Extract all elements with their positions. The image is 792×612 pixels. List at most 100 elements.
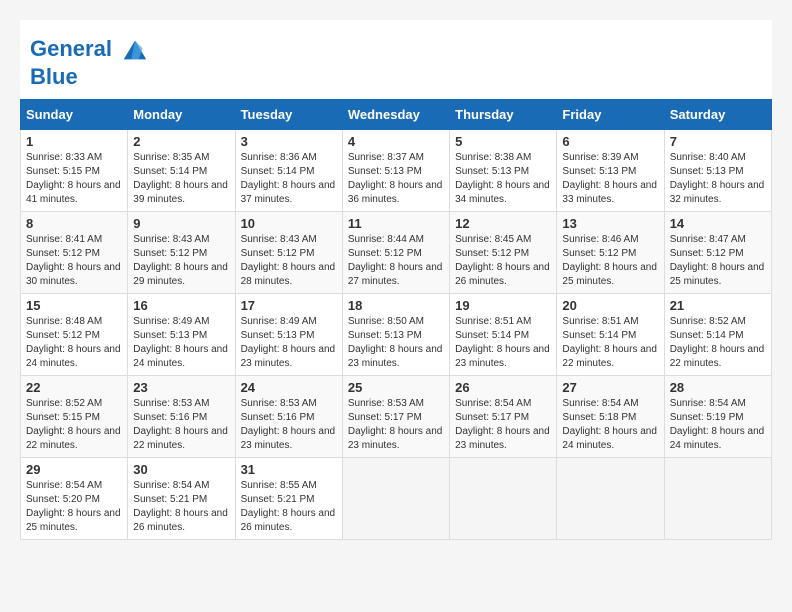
weekday-monday: Monday bbox=[128, 100, 235, 130]
weekday-saturday: Saturday bbox=[664, 100, 771, 130]
day-number: 30 bbox=[133, 462, 229, 477]
day-cell: 9 Sunrise: 8:43 AMSunset: 5:12 PMDaylight… bbox=[128, 212, 235, 294]
day-number: 29 bbox=[26, 462, 122, 477]
day-cell: 5 Sunrise: 8:38 AMSunset: 5:13 PMDaylight… bbox=[450, 130, 557, 212]
weekday-wednesday: Wednesday bbox=[342, 100, 449, 130]
weekday-thursday: Thursday bbox=[450, 100, 557, 130]
day-info: Sunrise: 8:35 AMSunset: 5:14 PMDaylight:… bbox=[133, 151, 229, 207]
day-number: 28 bbox=[670, 380, 766, 395]
day-info: Sunrise: 8:40 AMSunset: 5:13 PMDaylight:… bbox=[670, 151, 766, 207]
day-info: Sunrise: 8:44 AMSunset: 5:12 PMDaylight:… bbox=[348, 233, 444, 289]
day-cell bbox=[342, 458, 449, 540]
day-number: 20 bbox=[562, 298, 658, 313]
day-info: Sunrise: 8:43 AMSunset: 5:12 PMDaylight:… bbox=[133, 233, 229, 289]
day-number: 17 bbox=[241, 298, 337, 313]
calendar-container: General Blue SundayMondayTuesdayWednesda… bbox=[20, 20, 772, 540]
logo-text: General bbox=[30, 35, 150, 65]
day-number: 9 bbox=[133, 216, 229, 231]
week-row-2: 8 Sunrise: 8:41 AMSunset: 5:12 PMDaylight… bbox=[21, 212, 772, 294]
logo: General Blue bbox=[30, 35, 150, 89]
week-row-4: 22 Sunrise: 8:52 AMSunset: 5:15 PMDayligh… bbox=[21, 376, 772, 458]
day-info: Sunrise: 8:48 AMSunset: 5:12 PMDaylight:… bbox=[26, 315, 122, 371]
day-number: 21 bbox=[670, 298, 766, 313]
day-cell: 27 Sunrise: 8:54 AMSunset: 5:18 PMDayligh… bbox=[557, 376, 664, 458]
day-number: 4 bbox=[348, 134, 444, 149]
day-info: Sunrise: 8:54 AMSunset: 5:18 PMDaylight:… bbox=[562, 397, 658, 453]
weekday-friday: Friday bbox=[557, 100, 664, 130]
header: General Blue bbox=[20, 20, 772, 99]
day-number: 26 bbox=[455, 380, 551, 395]
day-cell: 22 Sunrise: 8:52 AMSunset: 5:15 PMDayligh… bbox=[21, 376, 128, 458]
day-info: Sunrise: 8:53 AMSunset: 5:16 PMDaylight:… bbox=[241, 397, 337, 453]
day-cell: 31 Sunrise: 8:55 AMSunset: 5:21 PMDayligh… bbox=[235, 458, 342, 540]
day-cell: 8 Sunrise: 8:41 AMSunset: 5:12 PMDaylight… bbox=[21, 212, 128, 294]
day-info: Sunrise: 8:36 AMSunset: 5:14 PMDaylight:… bbox=[241, 151, 337, 207]
day-number: 19 bbox=[455, 298, 551, 313]
day-cell: 10Sunrise: 8:43 AMSunset: 5:12 PMDayligh… bbox=[235, 212, 342, 294]
day-cell: 13Sunrise: 8:46 AMSunset: 5:12 PMDayligh… bbox=[557, 212, 664, 294]
day-info: Sunrise: 8:53 AMSunset: 5:17 PMDaylight:… bbox=[348, 397, 444, 453]
day-info: Sunrise: 8:41 AMSunset: 5:12 PMDaylight:… bbox=[26, 233, 122, 289]
day-cell: 29Sunrise: 8:54 AMSunset: 5:20 PMDayligh… bbox=[21, 458, 128, 540]
day-info: Sunrise: 8:33 AMSunset: 5:15 PMDaylight:… bbox=[26, 151, 122, 207]
day-info: Sunrise: 8:37 AMSunset: 5:13 PMDaylight:… bbox=[348, 151, 444, 207]
day-number: 6 bbox=[562, 134, 658, 149]
day-cell: 28 Sunrise: 8:54 AMSunset: 5:19 PMDayligh… bbox=[664, 376, 771, 458]
day-cell: 30 Sunrise: 8:54 AMSunset: 5:21 PMDayligh… bbox=[128, 458, 235, 540]
day-number: 14 bbox=[670, 216, 766, 231]
day-cell: 7Sunrise: 8:40 AMSunset: 5:13 PMDaylight… bbox=[664, 130, 771, 212]
day-info: Sunrise: 8:45 AMSunset: 5:12 PMDaylight:… bbox=[455, 233, 551, 289]
day-info: Sunrise: 8:54 AMSunset: 5:21 PMDaylight:… bbox=[133, 479, 229, 535]
day-cell: 19 Sunrise: 8:51 AMSunset: 5:14 PMDayligh… bbox=[450, 294, 557, 376]
weekday-header-row: SundayMondayTuesdayWednesdayThursdayFrid… bbox=[21, 100, 772, 130]
day-info: Sunrise: 8:51 AMSunset: 5:14 PMDaylight:… bbox=[455, 315, 551, 371]
day-info: Sunrise: 8:55 AMSunset: 5:21 PMDaylight:… bbox=[241, 479, 337, 535]
day-cell: 20 Sunrise: 8:51 AMSunset: 5:14 PMDayligh… bbox=[557, 294, 664, 376]
day-cell: 17 Sunrise: 8:49 AMSunset: 5:13 PMDayligh… bbox=[235, 294, 342, 376]
calendar-table: SundayMondayTuesdayWednesdayThursdayFrid… bbox=[20, 99, 772, 540]
day-number: 8 bbox=[26, 216, 122, 231]
day-info: Sunrise: 8:38 AMSunset: 5:13 PMDaylight:… bbox=[455, 151, 551, 207]
day-cell bbox=[557, 458, 664, 540]
day-number: 25 bbox=[348, 380, 444, 395]
day-number: 24 bbox=[241, 380, 337, 395]
day-info: Sunrise: 8:52 AMSunset: 5:14 PMDaylight:… bbox=[670, 315, 766, 371]
day-cell: 24 Sunrise: 8:53 AMSunset: 5:16 PMDayligh… bbox=[235, 376, 342, 458]
day-info: Sunrise: 8:43 AMSunset: 5:12 PMDaylight:… bbox=[241, 233, 337, 289]
day-cell: 11 Sunrise: 8:44 AMSunset: 5:12 PMDayligh… bbox=[342, 212, 449, 294]
day-cell: 3Sunrise: 8:36 AMSunset: 5:14 PMDaylight… bbox=[235, 130, 342, 212]
day-info: Sunrise: 8:49 AMSunset: 5:13 PMDaylight:… bbox=[241, 315, 337, 371]
logo-blue: Blue bbox=[30, 65, 150, 89]
day-info: Sunrise: 8:51 AMSunset: 5:14 PMDaylight:… bbox=[562, 315, 658, 371]
day-info: Sunrise: 8:54 AMSunset: 5:17 PMDaylight:… bbox=[455, 397, 551, 453]
day-cell: 26 Sunrise: 8:54 AMSunset: 5:17 PMDayligh… bbox=[450, 376, 557, 458]
weekday-tuesday: Tuesday bbox=[235, 100, 342, 130]
week-row-3: 15Sunrise: 8:48 AMSunset: 5:12 PMDayligh… bbox=[21, 294, 772, 376]
day-cell: 23Sunrise: 8:53 AMSunset: 5:16 PMDayligh… bbox=[128, 376, 235, 458]
day-cell bbox=[664, 458, 771, 540]
day-info: Sunrise: 8:54 AMSunset: 5:19 PMDaylight:… bbox=[670, 397, 766, 453]
day-info: Sunrise: 8:49 AMSunset: 5:13 PMDaylight:… bbox=[133, 315, 229, 371]
day-cell: 16 Sunrise: 8:49 AMSunset: 5:13 PMDayligh… bbox=[128, 294, 235, 376]
day-number: 11 bbox=[348, 216, 444, 231]
day-info: Sunrise: 8:50 AMSunset: 5:13 PMDaylight:… bbox=[348, 315, 444, 371]
day-number: 2 bbox=[133, 134, 229, 149]
day-number: 22 bbox=[26, 380, 122, 395]
day-number: 12 bbox=[455, 216, 551, 231]
day-number: 5 bbox=[455, 134, 551, 149]
day-info: Sunrise: 8:52 AMSunset: 5:15 PMDaylight:… bbox=[26, 397, 122, 453]
day-number: 27 bbox=[562, 380, 658, 395]
day-cell: 21 Sunrise: 8:52 AMSunset: 5:14 PMDayligh… bbox=[664, 294, 771, 376]
day-cell: 12 Sunrise: 8:45 AMSunset: 5:12 PMDayligh… bbox=[450, 212, 557, 294]
day-cell: 18Sunrise: 8:50 AMSunset: 5:13 PMDayligh… bbox=[342, 294, 449, 376]
day-number: 13 bbox=[562, 216, 658, 231]
day-cell: 15Sunrise: 8:48 AMSunset: 5:12 PMDayligh… bbox=[21, 294, 128, 376]
day-cell: 25 Sunrise: 8:53 AMSunset: 5:17 PMDayligh… bbox=[342, 376, 449, 458]
day-number: 16 bbox=[133, 298, 229, 313]
day-info: Sunrise: 8:39 AMSunset: 5:13 PMDaylight:… bbox=[562, 151, 658, 207]
day-number: 23 bbox=[133, 380, 229, 395]
day-cell bbox=[450, 458, 557, 540]
weekday-sunday: Sunday bbox=[21, 100, 128, 130]
day-cell: 6 Sunrise: 8:39 AMSunset: 5:13 PMDaylight… bbox=[557, 130, 664, 212]
day-number: 31 bbox=[241, 462, 337, 477]
